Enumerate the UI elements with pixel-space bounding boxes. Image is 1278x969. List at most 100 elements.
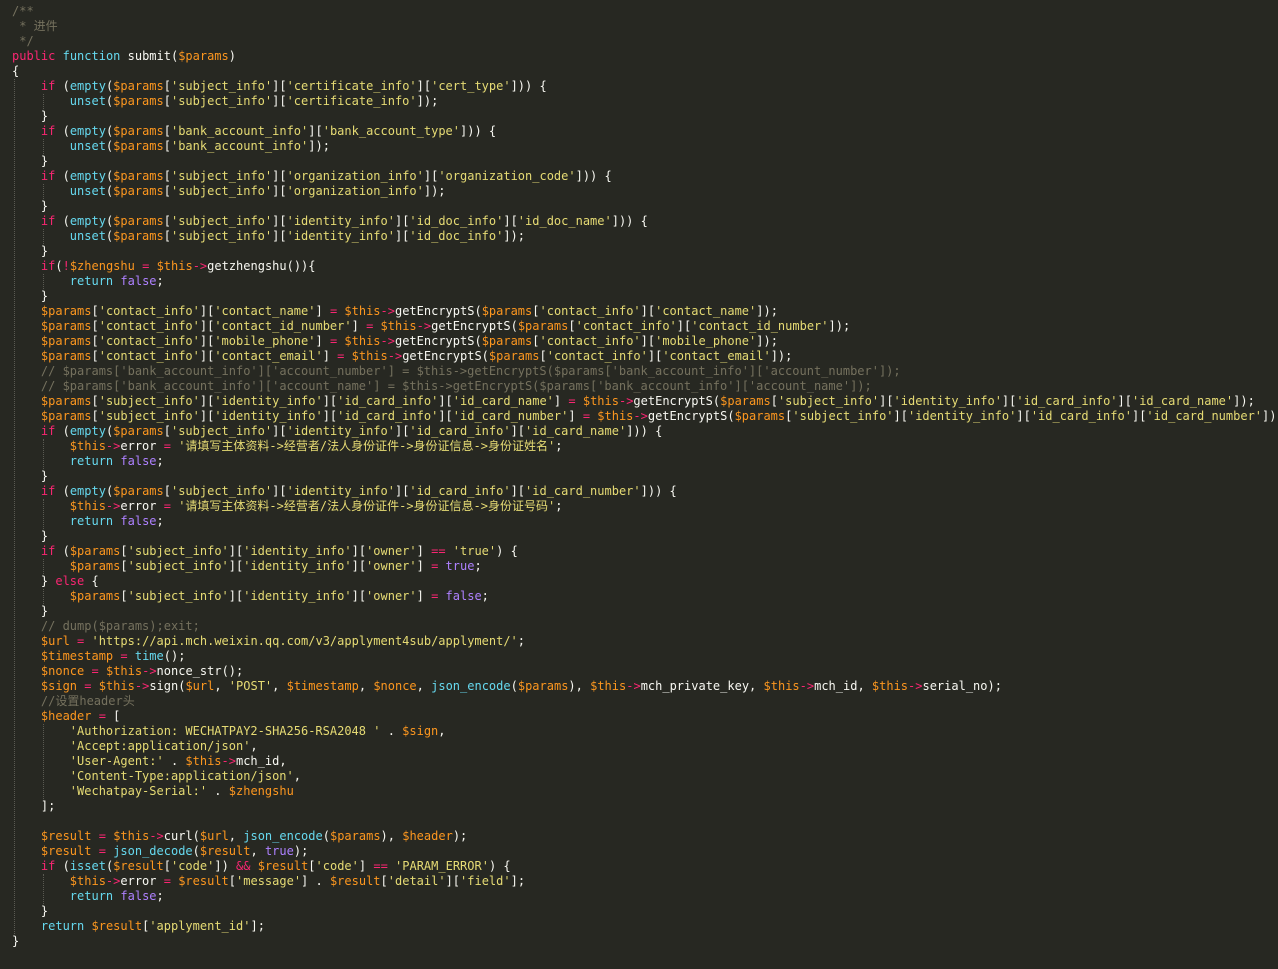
code-line[interactable]: ]; [12, 799, 1278, 814]
code-line[interactable]: 'Accept:application/json', [12, 739, 1278, 754]
code-token: $this [156, 259, 193, 273]
code-line[interactable]: $sign = $this->sign($url, 'POST', $times… [12, 679, 1278, 694]
code-line[interactable]: } [12, 904, 1278, 919]
code-token: $params [69, 589, 121, 603]
code-line[interactable]: return false; [12, 889, 1278, 904]
code-line[interactable] [12, 814, 1278, 829]
code-editor[interactable]: /** * 进件 */public function submit($param… [0, 0, 1278, 969]
code-line[interactable]: } [12, 469, 1278, 484]
code-line[interactable]: $params['subject_info']['identity_info']… [12, 589, 1278, 604]
code-token: ] [315, 334, 330, 348]
code-line[interactable]: */ [12, 34, 1278, 49]
code-token: 'contact_name' [214, 304, 316, 318]
code-line[interactable]: } [12, 529, 1278, 544]
code-token: unset [69, 229, 106, 243]
code-token: ][ [199, 349, 215, 363]
code-token: ][ [394, 229, 410, 243]
code-line[interactable]: public function submit($params) [12, 49, 1278, 64]
code-line[interactable]: } [12, 289, 1278, 304]
code-line[interactable]: if (empty($params['subject_info']['ident… [12, 484, 1278, 499]
code-token: [ [770, 394, 778, 408]
code-token: 'Wechatpay-Serial:' [69, 784, 208, 798]
code-line[interactable]: if (empty($params['subject_info']['certi… [12, 79, 1278, 94]
code-token: 'subject_info' [170, 79, 273, 93]
code-line[interactable]: //设置header头 [12, 694, 1278, 709]
code-line[interactable]: } else { [12, 574, 1278, 589]
code-token: = [98, 844, 106, 858]
code-line[interactable]: } [12, 244, 1278, 259]
code-line[interactable]: unset($params['subject_info']['identity_… [12, 229, 1278, 244]
code-line[interactable]: $params['contact_info']['mobile_phone'] … [12, 334, 1278, 349]
code-line[interactable]: 'Authorization: WECHATPAY2-SHA256-RSA204… [12, 724, 1278, 739]
code-line[interactable]: unset($params['subject_info']['certifica… [12, 94, 1278, 109]
code-line[interactable]: $nonce = $this->nonce_str(); [12, 664, 1278, 679]
code-token: // dump($params);exit; [40, 619, 200, 633]
code-token: $sign [40, 679, 78, 693]
code-token: = [582, 409, 591, 423]
code-token: $result [91, 919, 143, 933]
code-line[interactable]: if ($params['subject_info']['identity_in… [12, 544, 1278, 559]
code-token: 'subject_info' [170, 424, 273, 438]
code-line[interactable]: if (empty($params['subject_info']['organ… [12, 169, 1278, 184]
code-line[interactable]: $params['contact_info']['contact_id_numb… [12, 319, 1278, 334]
code-line[interactable]: $result = $this->curl($url, json_encode(… [12, 829, 1278, 844]
code-line[interactable]: $params['contact_info']['contact_name'] … [12, 304, 1278, 319]
code-line[interactable]: // $params['bank_account_info']['account… [12, 379, 1278, 394]
code-line[interactable]: } [12, 934, 1278, 949]
code-line[interactable]: if (empty($params['bank_account_info']['… [12, 124, 1278, 139]
code-line[interactable]: return false; [12, 274, 1278, 289]
code-line[interactable]: } [12, 604, 1278, 619]
code-token: 'POST' [228, 679, 273, 693]
code-token: false [445, 589, 482, 603]
code-line[interactable]: $params['subject_info']['identity_info']… [12, 394, 1278, 409]
code-token: } [12, 529, 49, 543]
code-area[interactable]: /** * 进件 */public function submit($param… [12, 4, 1278, 949]
code-line[interactable]: return $result['applyment_id']; [12, 919, 1278, 934]
code-line[interactable]: $params['contact_info']['contact_email']… [12, 349, 1278, 364]
code-line[interactable]: } [12, 154, 1278, 169]
code-token: 'contact_id_number' [214, 319, 352, 333]
code-line[interactable]: 'User-Agent:' . $this->mch_id, [12, 754, 1278, 769]
code-line[interactable]: $params['subject_info']['identity_info']… [12, 559, 1278, 574]
code-token: ][ [1001, 394, 1017, 408]
code-line[interactable]: if (empty($params['subject_info']['ident… [12, 214, 1278, 229]
code-line[interactable]: $this->error = '请填写主体资料->经营者/法人身份证件->身份证… [12, 499, 1278, 514]
code-line[interactable]: return false; [12, 514, 1278, 529]
code-line[interactable]: unset($params['subject_info']['organizat… [12, 184, 1278, 199]
code-line[interactable]: } [12, 199, 1278, 214]
code-line[interactable]: $this->error = '请填写主体资料->经营者/法人身份证件->身份证… [12, 439, 1278, 454]
code-line[interactable]: unset($params['bank_account_info']); [12, 139, 1278, 154]
code-line[interactable]: * 进件 [12, 19, 1278, 34]
code-token: empty [69, 214, 106, 228]
code-line[interactable]: $params['subject_info']['identity_info']… [12, 409, 1278, 424]
code-line[interactable]: { [12, 64, 1278, 79]
code-line[interactable]: /** [12, 4, 1278, 19]
code-line[interactable]: if(!$zhengshu = $this->getzhengshu()){ [12, 259, 1278, 274]
code-line[interactable]: 'Wechatpay-Serial:' . $zhengshu [12, 784, 1278, 799]
code-line[interactable]: // $params['bank_account_info']['account… [12, 364, 1278, 379]
code-line[interactable]: } [12, 109, 1278, 124]
code-line[interactable]: $url = 'https://api.mch.weixin.qq.com/v3… [12, 634, 1278, 649]
code-token: ][ [199, 409, 215, 423]
code-line[interactable]: $timestamp = time(); [12, 649, 1278, 664]
code-token: $params [40, 304, 92, 318]
code-token: ]; [250, 919, 265, 933]
code-line[interactable]: 'Content-Type:application/json', [12, 769, 1278, 784]
code-line[interactable]: $this->error = $result['message'] . $res… [12, 874, 1278, 889]
code-token: if [40, 424, 56, 438]
code-line[interactable]: // dump($params);exit; [12, 619, 1278, 634]
code-line[interactable]: $result = json_decode($result, true); [12, 844, 1278, 859]
code-line[interactable]: if (empty($params['subject_info']['ident… [12, 424, 1278, 439]
code-token: mch_id, [235, 754, 287, 768]
code-line[interactable]: $header = [ [12, 709, 1278, 724]
code-line[interactable]: return false; [12, 454, 1278, 469]
code-token: [ [163, 169, 171, 183]
code-line[interactable]: if (isset($result['code']) && $result['c… [12, 859, 1278, 874]
code-token: false [120, 514, 157, 528]
code-token: } [12, 199, 49, 213]
